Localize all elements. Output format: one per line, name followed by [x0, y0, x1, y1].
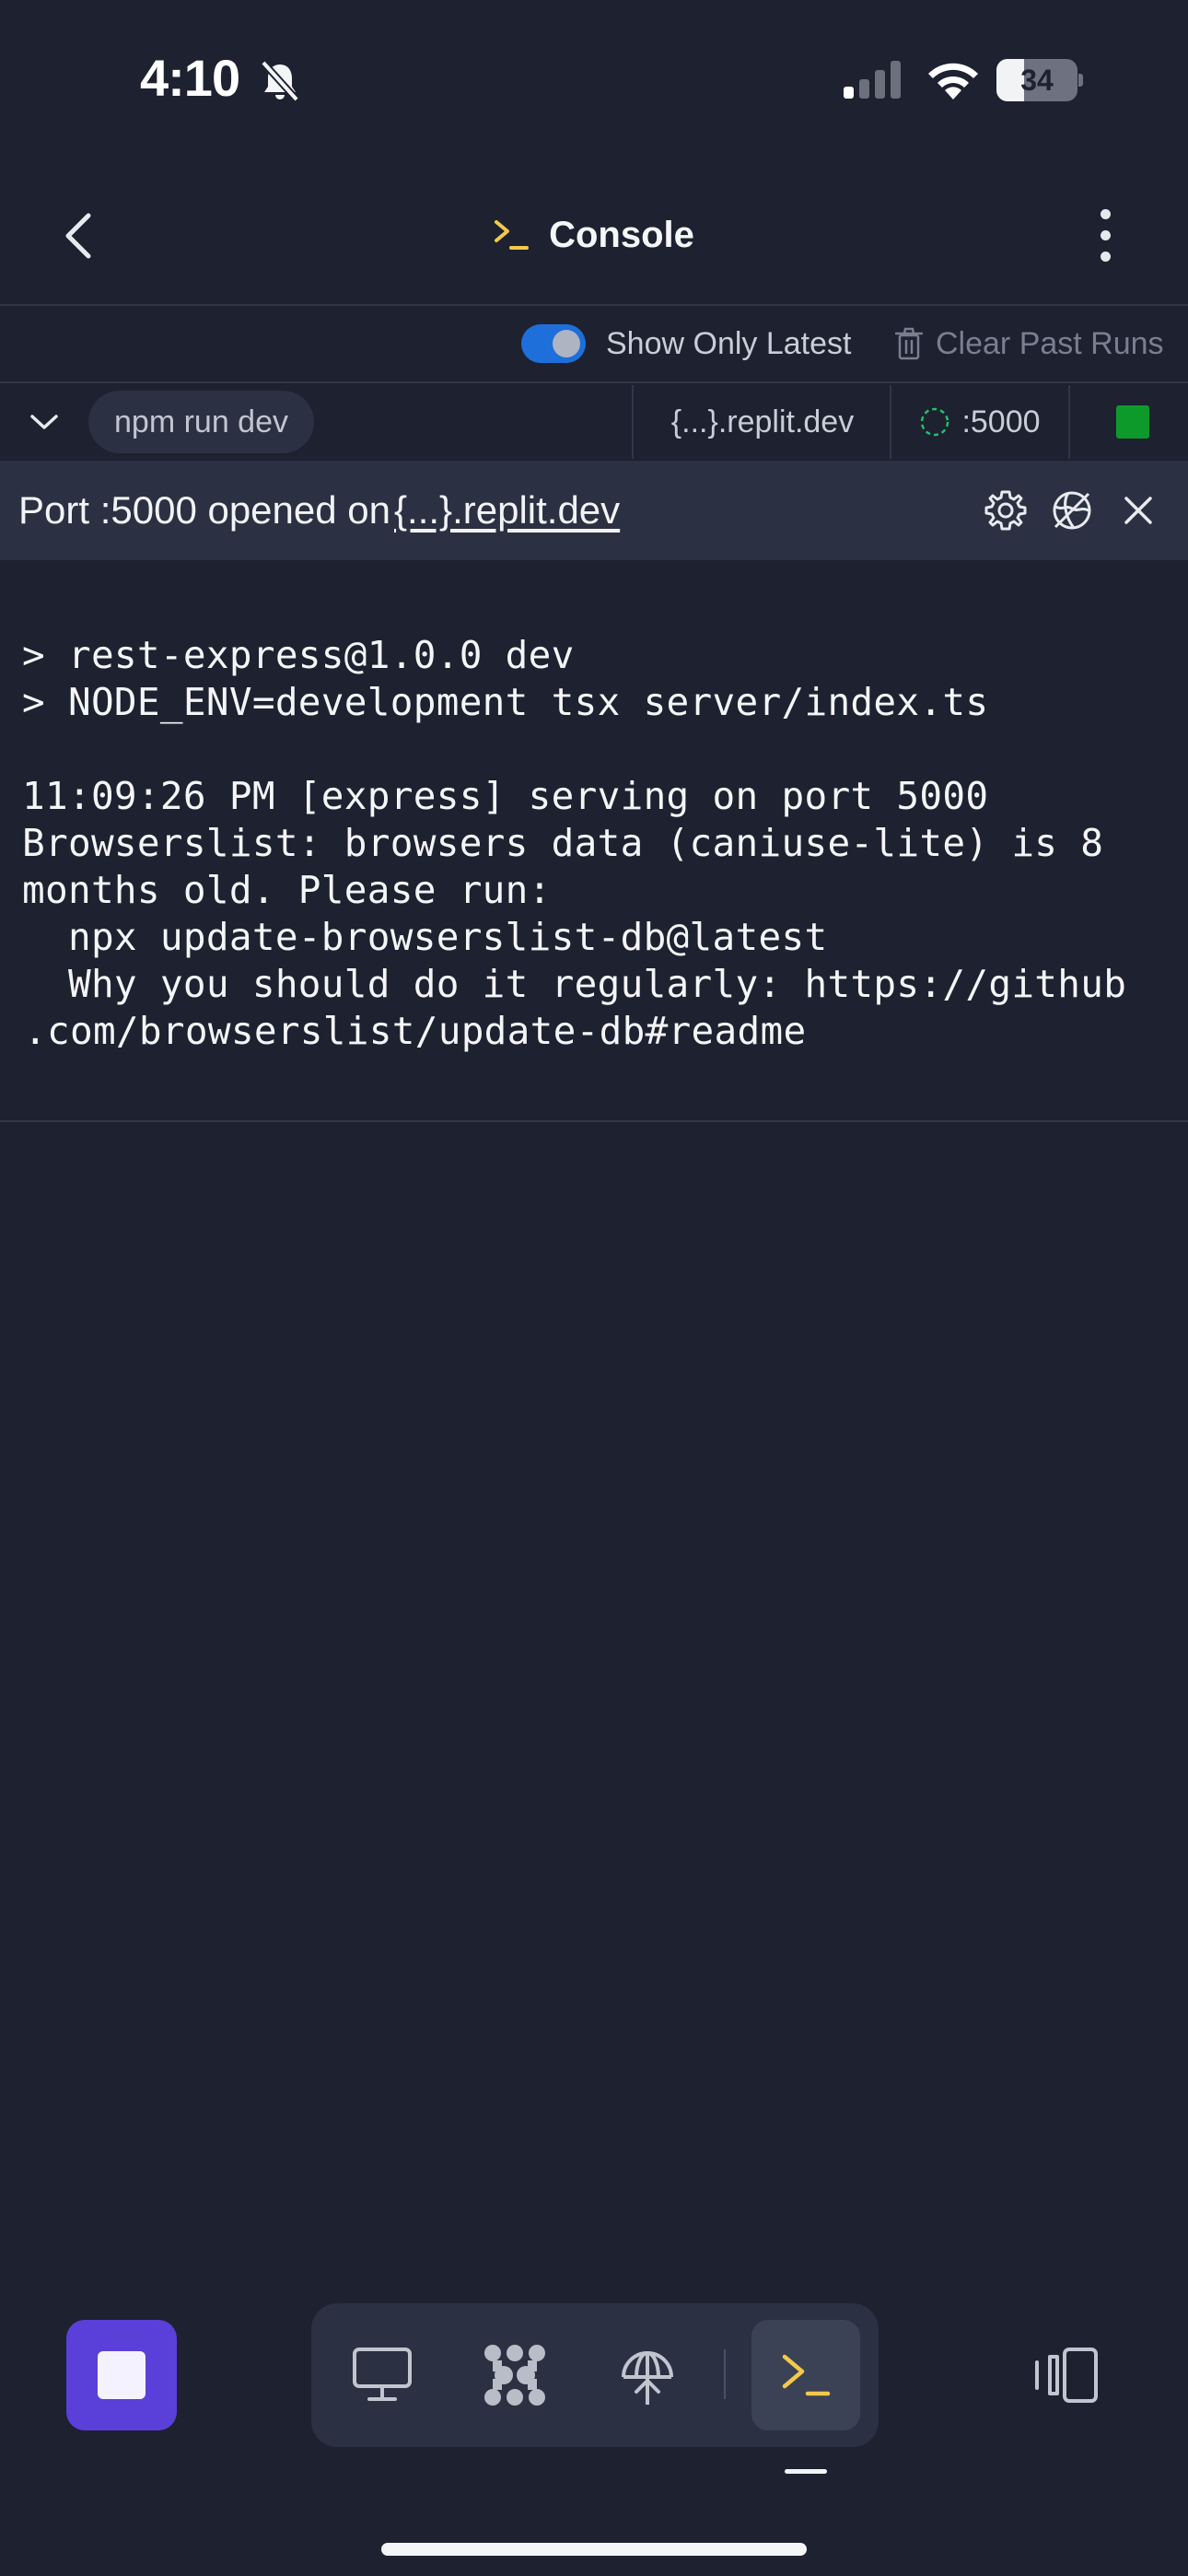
webview-url-tab[interactable]: {...}.replit.dev: [635, 385, 890, 459]
extensions-tool-button[interactable]: [460, 2320, 569, 2430]
extensions-icon: [484, 2345, 545, 2406]
console-line: > rest-express@1.0.0 dev: [22, 633, 575, 677]
page-title: Console: [0, 205, 1188, 265]
show-only-latest-label: Show Only Latest: [606, 326, 852, 361]
panel-layout-icon: [1035, 2348, 1098, 2403]
more-options-button[interactable]: [1081, 203, 1129, 267]
collapse-run-button[interactable]: [22, 394, 66, 450]
tab-separator: [1068, 385, 1070, 459]
page-title-text: Console: [549, 214, 694, 255]
hide-port-button[interactable]: [1046, 485, 1098, 536]
console-divider: [0, 1120, 1188, 1122]
loading-spinner-icon: [921, 407, 949, 437]
console-line: .com/browserslist/update-db#readme: [24, 1009, 807, 1053]
more-vertical-icon: [1100, 208, 1111, 219]
home-indicator[interactable]: [381, 2543, 807, 2556]
toolbar-divider: [0, 381, 1188, 383]
show-only-latest-toggle[interactable]: [521, 324, 586, 363]
console-line: Browserslist: browsers data (caniuse-lit…: [22, 821, 1104, 865]
layout-toggle-button[interactable]: [1028, 2333, 1105, 2418]
webview-icon: [353, 2348, 412, 2401]
close-icon: [1124, 497, 1152, 524]
console-tool-button[interactable]: [751, 2320, 860, 2430]
active-tab-indicator: [785, 2469, 827, 2474]
port-settings-button[interactable]: [980, 485, 1031, 536]
battery-percent: 34: [1020, 64, 1054, 97]
status-time: 4:10: [140, 49, 240, 107]
globe-off-icon: [1053, 491, 1091, 530]
clear-past-runs-button[interactable]: Clear Past Runs: [895, 324, 1164, 363]
tab-separator: [632, 385, 634, 459]
run-command-tab[interactable]: npm run dev: [88, 391, 314, 453]
silent-bell-icon: [256, 57, 304, 105]
stop-run-button[interactable]: [66, 2320, 177, 2430]
console-line: months old. Please run:: [22, 868, 552, 912]
port-label: :5000: [961, 404, 1041, 439]
console-line: 11:09:26 PM [express] serving on port 50…: [22, 774, 989, 818]
stop-icon: [98, 2351, 146, 2399]
clear-past-runs-label: Clear Past Runs: [936, 326, 1164, 361]
console-line: Why you should do it regularly: https://…: [22, 962, 1127, 1006]
wifi-icon: [925, 57, 982, 101]
console-line: npx update-browserslist-db@latest: [22, 915, 828, 959]
header-divider: [0, 304, 1188, 306]
deployments-tool-button[interactable]: [593, 2320, 702, 2430]
cellular-signal-icon: [842, 59, 904, 100]
console-icon: [782, 2354, 831, 2396]
chevron-left-icon: [65, 213, 91, 259]
gear-icon: [984, 490, 1027, 531]
close-banner-button[interactable]: [1112, 485, 1164, 536]
tool-separator: [724, 2349, 726, 2399]
port-banner-link[interactable]: {...}.replit.dev: [394, 488, 620, 533]
port-tab[interactable]: :5000: [891, 385, 1068, 459]
back-button[interactable]: [52, 205, 103, 267]
terminal-prompt-icon: [495, 220, 530, 250]
trash-icon: [895, 327, 923, 360]
port-banner-text: Port :5000 opened on {...}.replit.dev: [18, 461, 620, 560]
port-banner-prefix: Port :5000 opened on: [18, 488, 391, 532]
deployments-icon: [622, 2351, 673, 2405]
run-status-indicator[interactable]: [1116, 405, 1149, 439]
console-line: > NODE_ENV=development tsx server/index.…: [22, 680, 989, 724]
chevron-down-icon: [30, 415, 58, 429]
webview-tool-button[interactable]: [328, 2320, 437, 2430]
battery-icon: 34: [996, 59, 1083, 101]
